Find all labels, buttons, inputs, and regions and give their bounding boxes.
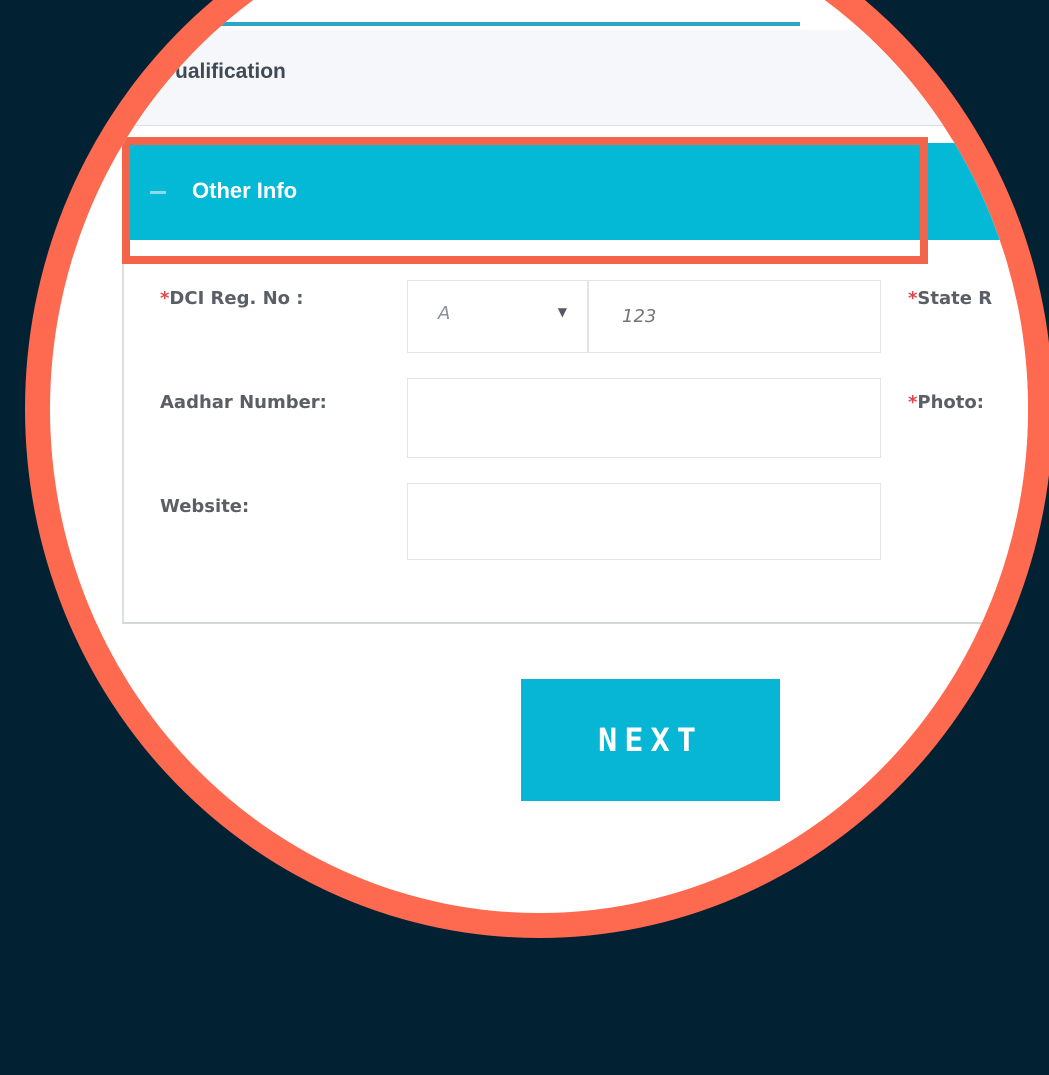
caret-down-icon: ▼ (557, 305, 567, 319)
state-reg-label: *State R (908, 288, 993, 309)
website-label: Website: (160, 496, 250, 517)
dci-reg-prefix-select[interactable]: A ▼ (407, 280, 588, 353)
required-marker: * (908, 288, 918, 309)
next-button[interactable]: NEXT (521, 679, 780, 801)
dci-reg-label: *DCI Reg. No : (160, 288, 304, 309)
highlight-frame (122, 137, 928, 264)
dci-reg-number-input[interactable] (588, 280, 881, 353)
website-input[interactable] (407, 483, 881, 560)
aadhar-number-label: Aadhar Number: (160, 392, 327, 413)
tab-indicator-line (180, 22, 800, 26)
zoom-lens-content: ualification Other Info *DCI Reg. No : A… (50, 0, 1028, 913)
dci-reg-prefix-value: A (438, 303, 451, 324)
required-marker: * (908, 392, 918, 413)
qualification-section-label: ualification (175, 60, 286, 83)
required-marker: * (160, 288, 170, 309)
photo-label: *Photo: (908, 392, 984, 413)
zoom-lens: ualification Other Info *DCI Reg. No : A… (25, 0, 1049, 938)
aadhar-number-input[interactable] (407, 378, 881, 458)
form-page: ualification Other Info *DCI Reg. No : A… (50, 0, 1028, 913)
